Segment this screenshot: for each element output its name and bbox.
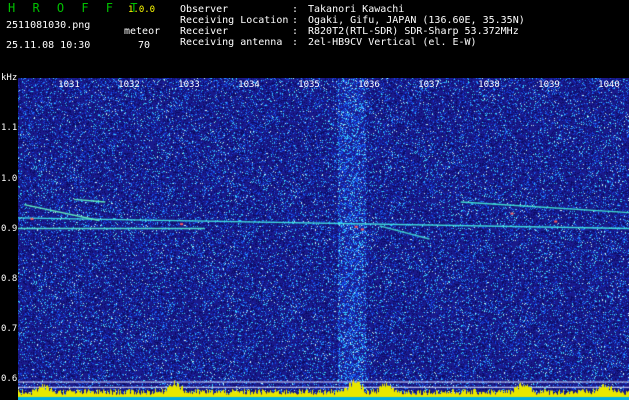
x-tick-label: 1031 [58, 80, 80, 90]
meta-location: Receiving Location : Ogaki, Gifu, JAPAN … [180, 15, 525, 26]
y-tick-label: 0.7 [1, 324, 18, 334]
image-filename: 2511081030.png [6, 20, 91, 31]
x-tick-label: 1035 [298, 80, 320, 90]
meta-separator: : [292, 15, 299, 26]
y-axis-unit: kHz [1, 73, 18, 83]
meta-value: Takanori Kawachi [308, 4, 405, 15]
y-tick-label: 0.8 [1, 274, 18, 284]
y-tick-label: 0.9 [1, 224, 18, 234]
spectrogram-canvas [18, 78, 629, 400]
x-tick-label: 1034 [238, 80, 260, 90]
x-tick-label: 1040 [598, 80, 620, 90]
x-tick-label: 1032 [118, 80, 140, 90]
hroft-window: H R O F F T 1.0.0 2511081030.png meteor … [0, 0, 629, 400]
y-tick-label: 1.0 [1, 174, 18, 184]
y-tick-label: 1.1 [1, 123, 18, 133]
observation-metadata: Observer : Takanori Kawachi Receiving Lo… [180, 4, 525, 48]
meta-value: Ogaki, Gifu, JAPAN (136.60E, 35.35N) [308, 15, 525, 26]
x-tick-label: 1036 [358, 80, 380, 90]
meta-key: Receiver [180, 26, 229, 37]
x-tick-label: 1038 [478, 80, 500, 90]
observation-datetime: 25.11.08 10:30 [6, 40, 91, 51]
meta-observer: Observer : Takanori Kawachi [180, 4, 525, 15]
meta-antenna: Receiving antenna : 2el-HB9CV Vertical (… [180, 37, 525, 48]
x-tick-label: 1039 [538, 80, 560, 90]
meta-receiver: Receiver : R820T2(RTL-SDR) SDR-Sharp 53.… [180, 26, 525, 37]
meta-key: Observer [180, 4, 229, 15]
app-version: 1.0.0 [128, 5, 156, 15]
meta-value: 2el-HB9CV Vertical (el. E-W) [308, 37, 477, 48]
meta-key: Receiving antenna [180, 37, 283, 48]
x-tick-label: 1037 [418, 80, 440, 90]
meteor-label: meteor [124, 26, 161, 37]
meta-key: Receiving Location [180, 15, 289, 26]
x-tick-label: 1033 [178, 80, 200, 90]
meta-value: R820T2(RTL-SDR) SDR-Sharp 53.372MHz [308, 26, 519, 37]
y-tick-label: 0.6 [1, 374, 18, 384]
meta-separator: : [292, 26, 299, 37]
meteor-count: 70 [138, 40, 151, 51]
app-title: H R O F F T [8, 1, 143, 15]
meta-separator: : [292, 4, 299, 15]
meta-separator: : [292, 37, 299, 48]
